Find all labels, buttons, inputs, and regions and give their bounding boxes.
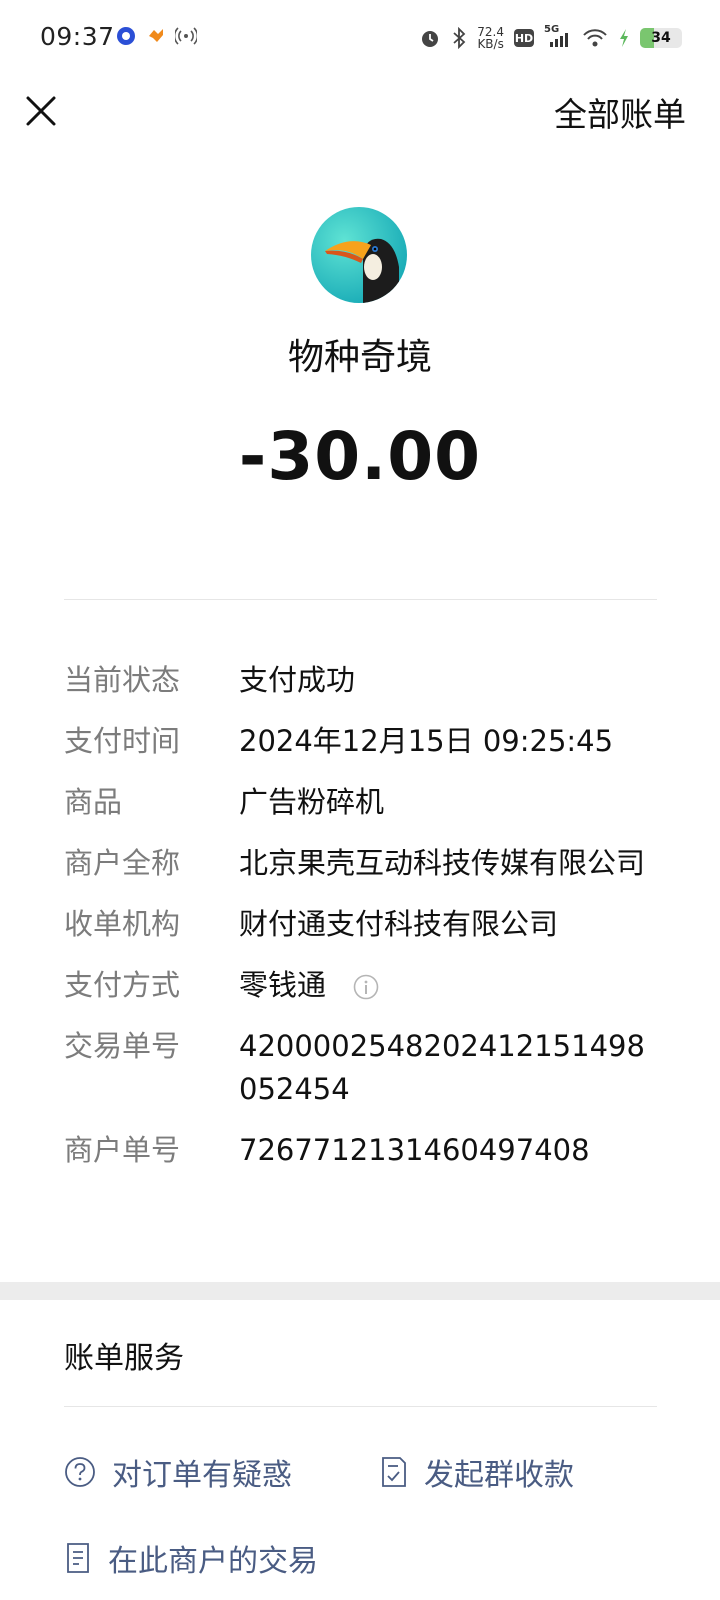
status-icons: 72.4 KB/s HD 5G 34 bbox=[419, 22, 682, 54]
detail-label: 当前状态 bbox=[64, 663, 181, 697]
detail-row-acquirer: 收单机构 财付通支付科技有限公司 bbox=[64, 894, 664, 955]
hotspot-icon bbox=[175, 27, 197, 45]
bill-services-title: 账单服务 bbox=[64, 1341, 184, 1376]
merchant-name: 物种奇境 bbox=[287, 337, 432, 378]
detail-value: 726771213146049740‌8 bbox=[239, 1133, 590, 1167]
divider bbox=[64, 599, 657, 600]
detail-label: 支付时间 bbox=[64, 724, 181, 758]
detail-row-transaction-id: 交易单号 4200002548202412151498052454 bbox=[64, 1016, 664, 1120]
detail-row-merchant-full-name: 商户全称 北京果壳互动科技传媒有限公司 bbox=[64, 833, 664, 894]
app-notification-icon-2 bbox=[149, 29, 163, 42]
detail-label: 支付方式 bbox=[64, 968, 181, 1002]
question-circle-icon bbox=[65, 1457, 95, 1487]
status-bar: 09:37 72.4 KB/s HD 5G 34 bbox=[0, 0, 720, 76]
detail-value: 零钱通 bbox=[239, 968, 327, 1002]
section-separator bbox=[0, 1282, 720, 1300]
hd-badge: HD bbox=[514, 29, 534, 47]
detail-value: 2024年12月15日 09:25:45 bbox=[239, 724, 614, 758]
group-collect-link[interactable]: 发起群收款 bbox=[380, 1450, 574, 1494]
detail-value-wrapper: 零钱通 bbox=[239, 955, 659, 1016]
detail-label: 商品 bbox=[64, 785, 123, 819]
charging-icon bbox=[620, 29, 628, 47]
network-speed: 72.4 KB/s bbox=[477, 26, 504, 50]
merchant-avatar bbox=[311, 207, 407, 303]
close-icon[interactable] bbox=[24, 94, 58, 128]
detail-label: 商户单号 bbox=[64, 1133, 181, 1167]
battery-level: 34 bbox=[651, 30, 671, 46]
detail-row-pay-method: 支付方式 零钱通 bbox=[64, 955, 664, 1016]
transaction-details: 当前状态 支付成功 支付时间 2024年12月15日 09:25:45 商品 广… bbox=[64, 650, 664, 1181]
divider bbox=[64, 1406, 657, 1407]
merchant-transactions-link[interactable]: 在此商户的交易 bbox=[64, 1536, 318, 1580]
bluetooth-icon bbox=[453, 27, 466, 49]
detail-row-merchant-order-id: 商户单号 726771213146049740‌8 bbox=[64, 1120, 664, 1181]
detail-row-pay-time: 支付时间 2024年12月15日 09:25:45 bbox=[64, 711, 664, 772]
detail-value: 广告粉碎机 bbox=[239, 785, 385, 819]
detail-row-product: 商品 广告粉碎机 bbox=[64, 772, 664, 833]
order-question-label: 对订单有疑惑 bbox=[112, 1458, 292, 1493]
all-bills-button[interactable]: 全部账单 bbox=[554, 88, 686, 136]
app-notification-icon bbox=[117, 27, 135, 45]
cellular-signal-icon: 5G bbox=[544, 24, 572, 50]
status-time: 09:37 bbox=[40, 22, 115, 51]
document-list-icon bbox=[67, 1543, 89, 1573]
transaction-amount: -30.00 bbox=[238, 418, 482, 495]
group-collect-icon bbox=[382, 1457, 406, 1487]
wifi-icon bbox=[583, 29, 607, 47]
detail-value: 北京果壳互动科技传媒有限公司 bbox=[239, 846, 646, 880]
detail-label: 收单机构 bbox=[64, 907, 181, 941]
battery-icon: 34 bbox=[640, 28, 682, 48]
info-icon[interactable] bbox=[353, 974, 379, 1000]
merchant-transactions-label: 在此商户的交易 bbox=[108, 1544, 318, 1579]
detail-value: 4200002548202412151498052454 bbox=[239, 1029, 645, 1106]
network-speed-unit: KB/s bbox=[477, 37, 504, 51]
order-question-link[interactable]: 对订单有疑惑 bbox=[64, 1450, 292, 1494]
alarm-icon bbox=[422, 31, 439, 47]
detail-label: 商户全称 bbox=[64, 846, 181, 880]
top-nav: 全部账单 bbox=[0, 76, 720, 158]
detail-row-status: 当前状态 支付成功 bbox=[64, 650, 664, 711]
group-collect-label: 发起群收款 bbox=[424, 1458, 574, 1493]
detail-value: 支付成功 bbox=[239, 663, 356, 697]
detail-label: 交易单号 bbox=[64, 1029, 181, 1063]
detail-value: 财付通支付科技有限公司 bbox=[239, 907, 559, 941]
